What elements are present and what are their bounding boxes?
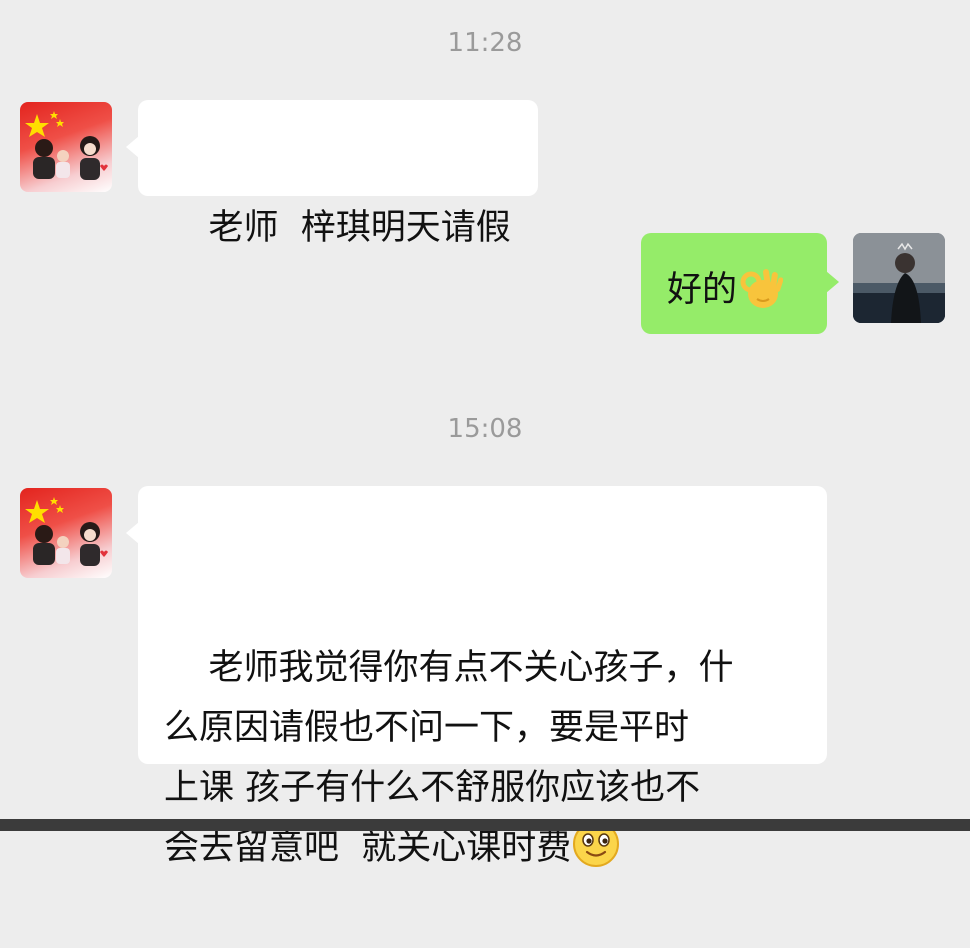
bubble-tail — [826, 271, 839, 293]
timestamp: 15:08 — [447, 414, 523, 444]
message-bubble-outgoing[interactable]: 好的 — [641, 233, 839, 334]
avatar-image — [25, 111, 108, 180]
self-avatar[interactable] — [853, 233, 945, 323]
message-text: 老师我觉得你有点不关心孩子，什 么原因请假也不问一下，要是平时 上课 孩子有什么… — [164, 648, 734, 868]
message-text: 好的 — [667, 270, 738, 310]
ok-hand-emoji — [737, 265, 784, 320]
message-bubble-incoming[interactable]: 老师 梓琪明天请假 — [126, 100, 538, 248]
message-text: 老师 梓琪明天请假 — [208, 208, 511, 248]
bubble-tail — [126, 522, 139, 544]
contact-avatar[interactable] — [20, 488, 112, 578]
avatar-image — [25, 497, 108, 566]
message-bubble-incoming[interactable]: 老师我觉得你有点不关心孩子，什 么原因请假也不问一下，要是平时 上课 孩子有什么… — [126, 486, 827, 868]
bottom-bar — [0, 819, 970, 831]
bubble-tail — [126, 136, 139, 158]
chat-window: 11:28 老师 梓琪明天请假 好的 15:08 老师我觉得你有点不关心孩子，什… — [0, 0, 970, 868]
timestamp: 11:28 — [447, 28, 523, 58]
avatar-image — [853, 233, 945, 323]
contact-avatar[interactable] — [20, 102, 112, 192]
